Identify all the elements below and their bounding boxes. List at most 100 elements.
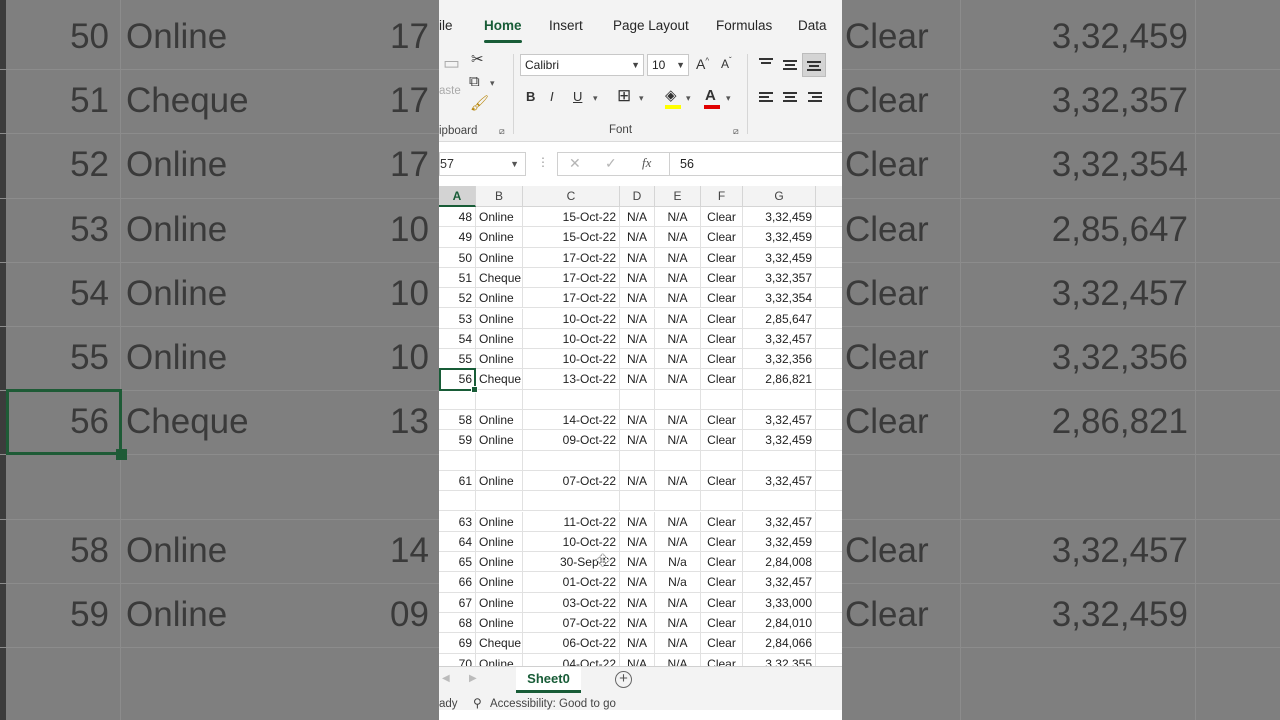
- more-options-icon[interactable]: ⋮: [537, 155, 549, 169]
- cell-g[interactable]: 2,84,010: [743, 613, 816, 633]
- fill-color-icon[interactable]: ◈: [665, 88, 677, 103]
- cell-c[interactable]: [523, 389, 620, 410]
- cell-c[interactable]: 13-Oct-22: [523, 369, 620, 390]
- cell-b[interactable]: Online: [476, 288, 523, 309]
- cell-d[interactable]: N/A: [620, 207, 655, 227]
- column-header-g[interactable]: G: [743, 186, 816, 207]
- cell-b[interactable]: Online: [476, 511, 523, 532]
- cell-e[interactable]: N/A: [655, 592, 701, 613]
- cell-d[interactable]: N/A: [620, 592, 655, 613]
- cell-d[interactable]: N/A: [620, 653, 655, 666]
- cell-e[interactable]: [655, 491, 701, 512]
- cell-d[interactable]: N/A: [620, 410, 655, 430]
- underline-dropdown-icon[interactable]: ▾: [593, 93, 598, 104]
- font-color-dropdown-icon[interactable]: ▾: [726, 93, 731, 104]
- cell-d[interactable]: N/A: [620, 328, 655, 349]
- italic-button[interactable]: I: [550, 90, 554, 103]
- cell-c[interactable]: [523, 450, 620, 471]
- copy-dropdown-icon[interactable]: ▾: [490, 78, 495, 89]
- cell-a[interactable]: 68: [439, 613, 476, 633]
- accessibility-status[interactable]: Accessibility: Good to go: [490, 698, 616, 710]
- cell-e[interactable]: N/A: [655, 410, 701, 430]
- tab-page-layout[interactable]: Page Layout: [613, 18, 689, 33]
- cell-c[interactable]: 11-Oct-22: [523, 511, 620, 532]
- cell-a[interactable]: [439, 491, 476, 512]
- align-center-icon[interactable]: [783, 92, 797, 104]
- cell-a[interactable]: 63: [439, 511, 476, 532]
- cell-c[interactable]: 07-Oct-22: [523, 470, 620, 491]
- cell-c[interactable]: 17-Oct-22: [523, 288, 620, 309]
- cell-b[interactable]: Online: [476, 207, 523, 227]
- cell-f[interactable]: Clear: [701, 410, 743, 430]
- chevron-down-icon[interactable]: ▼: [510, 153, 519, 175]
- cell-g[interactable]: 2,84,008: [743, 552, 816, 573]
- cell-g[interactable]: 3,32,459: [743, 531, 816, 552]
- prev-sheet-icon[interactable]: ◀: [442, 673, 450, 684]
- cell-c[interactable]: 15-Oct-22: [523, 207, 620, 227]
- cell-g[interactable]: 2,84,066: [743, 633, 816, 654]
- cell-e[interactable]: N/A: [655, 267, 701, 288]
- align-middle-icon[interactable]: [783, 60, 797, 72]
- cell-b[interactable]: Online: [476, 531, 523, 552]
- cell-e[interactable]: N/A: [655, 288, 701, 309]
- cell-g[interactable]: 3,32,459: [743, 247, 816, 268]
- cell-c[interactable]: 06-Oct-22: [523, 633, 620, 654]
- cell-a[interactable]: 48: [439, 207, 476, 227]
- cell-c[interactable]: 10-Oct-22: [523, 349, 620, 370]
- cell-e[interactable]: N/A: [655, 328, 701, 349]
- cell-d[interactable]: N/A: [620, 470, 655, 491]
- column-header-a[interactable]: A: [439, 186, 476, 207]
- tab-file[interactable]: ile: [439, 18, 453, 33]
- cell-d[interactable]: [620, 389, 655, 410]
- cell-g[interactable]: 3,32,357: [743, 267, 816, 288]
- cell-f[interactable]: Clear: [701, 349, 743, 370]
- cell-a[interactable]: [439, 450, 476, 471]
- cell-b[interactable]: Online: [476, 592, 523, 613]
- cell-b[interactable]: Cheque: [476, 369, 523, 390]
- cell-a[interactable]: 56: [439, 369, 476, 390]
- cell-d[interactable]: N/A: [620, 430, 655, 451]
- cell-a[interactable]: 65: [439, 552, 476, 573]
- cell-e[interactable]: N/A: [655, 653, 701, 666]
- paste-icon[interactable]: ▭: [443, 54, 460, 72]
- cell-g[interactable]: 3,32,356: [743, 349, 816, 370]
- name-box[interactable]: 57 ▼: [439, 152, 526, 176]
- worksheet-grid[interactable]: ABCDEFG 48 Online 15-Oct-22 N/A N/A Clear 3,32…: [439, 186, 842, 666]
- cell-b[interactable]: Online: [476, 308, 523, 329]
- cell-d[interactable]: N/A: [620, 349, 655, 370]
- cell-f[interactable]: Clear: [701, 613, 743, 633]
- cell-b[interactable]: Online: [476, 613, 523, 633]
- cell-a[interactable]: 50: [439, 247, 476, 268]
- cell-f[interactable]: Clear: [701, 288, 743, 309]
- cell-a[interactable]: 66: [439, 572, 476, 593]
- cell-a[interactable]: 53: [439, 308, 476, 329]
- font-color-icon[interactable]: A: [705, 88, 716, 103]
- cell-e[interactable]: N/A: [655, 470, 701, 491]
- align-bottom-button[interactable]: [802, 53, 826, 77]
- cell-c[interactable]: 04-Oct-22: [523, 653, 620, 666]
- cell-f[interactable]: Clear: [701, 531, 743, 552]
- cell-f[interactable]: Clear: [701, 511, 743, 532]
- bold-button[interactable]: B: [526, 90, 535, 103]
- column-header-b[interactable]: B: [476, 186, 523, 207]
- cell-g[interactable]: 3,32,459: [743, 227, 816, 248]
- cell-d[interactable]: N/A: [620, 369, 655, 390]
- align-left-icon[interactable]: [759, 92, 773, 104]
- cell-b[interactable]: Online: [476, 328, 523, 349]
- cell-a[interactable]: 55: [439, 349, 476, 370]
- cell-e[interactable]: N/A: [655, 531, 701, 552]
- cell-a[interactable]: 70: [439, 653, 476, 666]
- cell-c[interactable]: 01-Oct-22: [523, 572, 620, 593]
- cell-f[interactable]: Clear: [701, 653, 743, 666]
- cell-a[interactable]: [439, 389, 476, 410]
- cell-g[interactable]: 3,32,355: [743, 653, 816, 666]
- cell-c[interactable]: [523, 491, 620, 512]
- cell-c[interactable]: 17-Oct-22: [523, 247, 620, 268]
- cell-e[interactable]: N/A: [655, 369, 701, 390]
- cell-f[interactable]: Clear: [701, 267, 743, 288]
- cell-b[interactable]: Online: [476, 552, 523, 573]
- enter-icon[interactable]: ✓: [605, 155, 617, 172]
- cell-a[interactable]: 49: [439, 227, 476, 248]
- cell-f[interactable]: Clear: [701, 207, 743, 227]
- cell-d[interactable]: N/A: [620, 288, 655, 309]
